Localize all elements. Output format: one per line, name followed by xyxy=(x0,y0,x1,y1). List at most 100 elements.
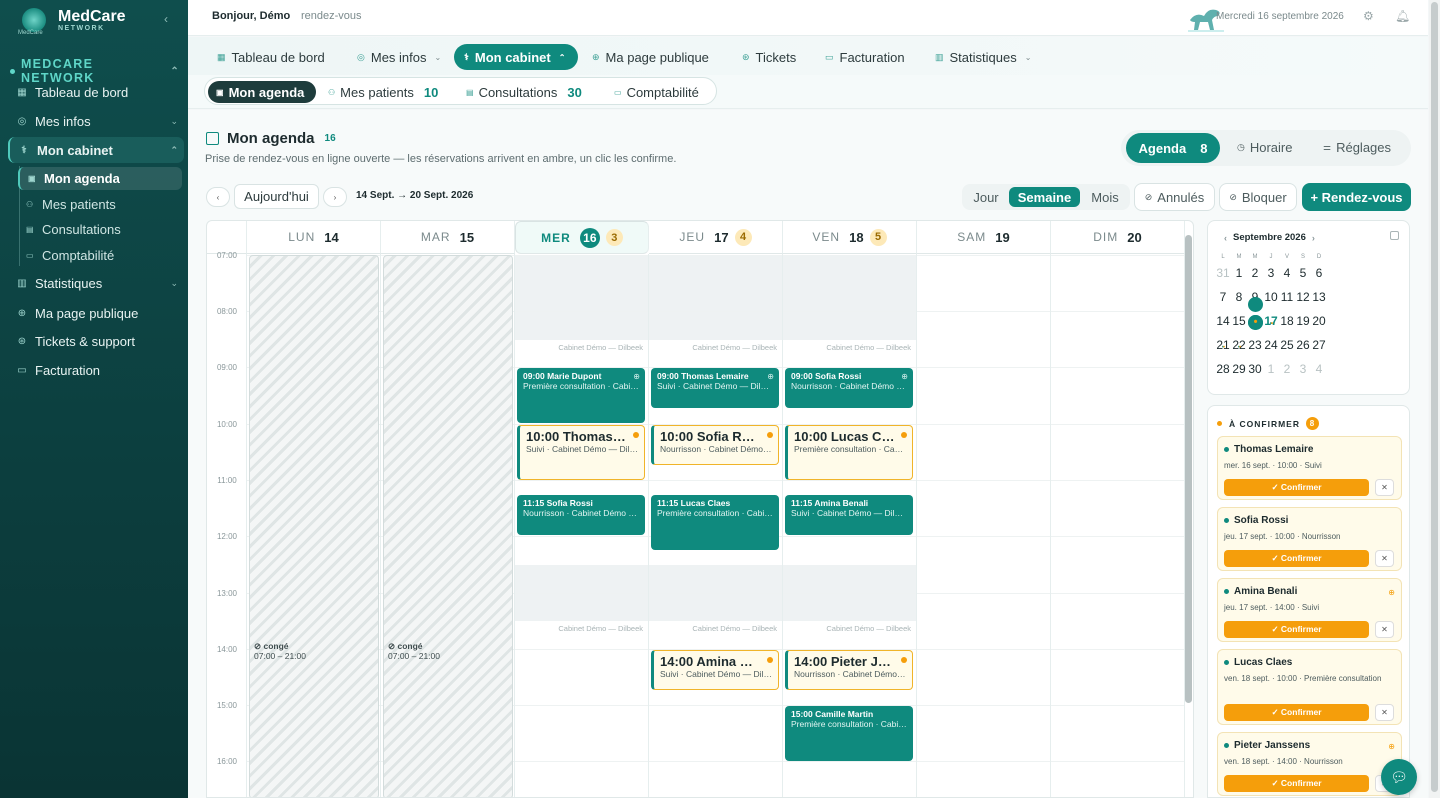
next-week-button[interactable]: › xyxy=(323,187,347,207)
calendar-scrollbar[interactable] xyxy=(1185,235,1192,703)
pending-card[interactable]: Thomas Lemaire mer. 16 sept. · 10:00 · Su… xyxy=(1217,436,1402,500)
tab-mon-agenda[interactable]: ▣ Mon agenda xyxy=(208,81,316,103)
mini-day[interactable]: 14 xyxy=(1215,312,1231,336)
chat-icon[interactable]: 💬︎ xyxy=(1381,759,1417,795)
mini-day[interactable]: 29 xyxy=(1231,360,1247,384)
confirm-button[interactable]: ✓ Confirmer xyxy=(1224,704,1369,721)
mini-day[interactable]: 3 xyxy=(1263,264,1279,288)
tab-statistiques[interactable]: ▥ Statistiques ⌄ xyxy=(925,44,1041,70)
appointment[interactable]: 15:00 Camille Martin Première consultatio… xyxy=(785,706,913,761)
mini-day[interactable]: 11 xyxy=(1279,288,1295,312)
sidebar-item-dashboard[interactable]: ▦ Tableau de bord xyxy=(8,79,184,105)
mini-day[interactable]: 16•• xyxy=(1247,297,1263,336)
mini-day[interactable]: 5 xyxy=(1295,264,1311,288)
mini-day[interactable]: 6 xyxy=(1311,264,1327,288)
sidebar-subitem-comptabilite[interactable]: ▭ Comptabilité xyxy=(18,244,182,267)
chevron-left-icon[interactable]: ‹ xyxy=(1224,233,1227,243)
mini-day[interactable]: 3 xyxy=(1295,360,1311,384)
collapse-sidebar-icon[interactable]: ‹ xyxy=(164,12,168,26)
mini-day[interactable]: 1 xyxy=(1231,264,1247,288)
page-scrollbar[interactable] xyxy=(1429,0,1440,798)
confirm-button[interactable]: ✓ Confirmer xyxy=(1224,775,1369,792)
sidebar-item-statistiques[interactable]: ▥ Statistiques ⌄ xyxy=(8,270,184,296)
day-column[interactable] xyxy=(1051,254,1185,797)
mini-day[interactable]: 10 xyxy=(1263,288,1279,312)
prev-week-button[interactable]: ‹ xyxy=(206,187,230,207)
view-week[interactable]: Semaine xyxy=(1009,187,1080,207)
tab-mes-patients[interactable]: ⚇ Mes patients 10 xyxy=(320,81,446,103)
mini-day[interactable]: 20 xyxy=(1311,312,1327,336)
sidebar-item-facturation[interactable]: ▭ Facturation xyxy=(8,357,184,383)
appointment[interactable]: 11:15 Sofia Rossi Nourrisson · Cabinet Dé… xyxy=(517,495,645,535)
day-header-sam[interactable]: SAM 19 xyxy=(917,221,1051,254)
pending-card[interactable]: Lucas Claes ven. 18 sept. · 10:00 · Premi… xyxy=(1217,649,1402,725)
tab-page-publique[interactable]: ⊕ Ma page publique xyxy=(582,44,719,70)
mini-day[interactable]: 18 xyxy=(1279,312,1295,336)
mini-day[interactable]: 8 xyxy=(1231,288,1247,312)
bloquer-button[interactable]: ⊘ Bloquer xyxy=(1219,183,1297,211)
pending-appointment[interactable]: 10:00 Lucas Claes Première consultation ·… xyxy=(785,425,913,480)
tab-tickets[interactable]: ⊛ Tickets xyxy=(732,44,806,70)
appointment[interactable]: 09:00 Sofia Rossi Nourrisson · Cabinet Dé… xyxy=(785,368,913,408)
mini-day[interactable]: 31 xyxy=(1215,264,1231,288)
chevron-right-icon[interactable]: › xyxy=(1312,233,1315,243)
tab-facturation[interactable]: ▭ Facturation xyxy=(815,44,915,70)
confirm-button[interactable]: ✓ Confirmer xyxy=(1224,550,1369,567)
bell-icon[interactable]: 🔔︎ xyxy=(1395,9,1410,23)
new-appointment-button[interactable]: + Rendez-vous xyxy=(1302,183,1411,211)
mini-day[interactable]: 17 •• xyxy=(1263,312,1279,336)
today-button[interactable]: Aujourd'hui xyxy=(234,184,319,209)
mini-day[interactable]: 15 xyxy=(1231,312,1247,336)
appointment[interactable]: 09:00 Thomas Lemaire Suivi · Cabinet Démo… xyxy=(651,368,779,408)
reglages-button[interactable]: ⚌ Réglages xyxy=(1323,140,1391,155)
mini-day[interactable]: 25 xyxy=(1279,336,1295,360)
sidebar-item-mes-infos[interactable]: ◎ Mes infos ⌄ xyxy=(8,108,184,134)
tab-consultations[interactable]: ▤ Consultations 30 xyxy=(458,81,590,103)
annules-button[interactable]: ⊘ Annulés xyxy=(1134,183,1215,211)
mini-day[interactable]: 28 xyxy=(1215,360,1231,384)
horaire-button[interactable]: ◷ Horaire xyxy=(1237,140,1292,155)
mini-day[interactable]: 26 xyxy=(1295,336,1311,360)
day-header-lun[interactable]: LUN 14 xyxy=(247,221,381,254)
day-header-mer[interactable]: MER 16 3 xyxy=(515,221,649,254)
mini-day[interactable]: 21 •• xyxy=(1215,336,1231,360)
sidebar-subitem-agenda[interactable]: ▣ Mon agenda xyxy=(18,167,182,190)
day-header-mar[interactable]: MAR 15 xyxy=(381,221,515,254)
confirm-button[interactable]: ✓ Confirmer xyxy=(1224,621,1369,638)
pending-card[interactable]: Pieter Janssens ⊕ ven. 18 sept. · 14:00 · … xyxy=(1217,732,1402,796)
pending-appointment[interactable]: 10:00 Sofia Rossi Nourrisson · Cabinet Dé… xyxy=(651,425,779,465)
confirm-button[interactable]: ✓ Confirmer xyxy=(1224,479,1369,496)
reject-button[interactable]: ✕ xyxy=(1375,704,1394,721)
reject-button[interactable]: ✕ xyxy=(1375,479,1394,496)
mini-day[interactable]: 30 xyxy=(1247,360,1263,384)
sidebar-subitem-consultations[interactable]: ▤ Consultations xyxy=(18,218,182,241)
settings-icon[interactable]: ⚙ xyxy=(1363,9,1374,23)
mini-day[interactable]: 1 xyxy=(1263,360,1279,384)
day-header-ven[interactable]: VEN 18 5 xyxy=(783,221,917,254)
mini-day[interactable]: 12 xyxy=(1295,288,1311,312)
mini-day[interactable]: 2 xyxy=(1279,360,1295,384)
sidebar-subitem-patients[interactable]: ⚇ Mes patients xyxy=(18,193,182,216)
mini-day[interactable]: 19 xyxy=(1295,312,1311,336)
tab-mes-infos[interactable]: ◎ Mes infos ⌄ xyxy=(347,44,451,70)
mini-day[interactable]: 27 xyxy=(1311,336,1327,360)
mini-day[interactable]: 13 xyxy=(1311,288,1327,312)
mini-day[interactable]: 24 xyxy=(1263,336,1279,360)
mini-day[interactable]: 22 •• xyxy=(1231,336,1247,360)
reject-button[interactable]: ✕ xyxy=(1375,550,1394,567)
view-day[interactable]: Jour xyxy=(966,187,1006,207)
agenda-button[interactable]: Agenda 8 xyxy=(1126,133,1220,163)
sidebar-item-tickets[interactable]: ⊛ Tickets & support xyxy=(8,328,184,354)
tab-comptabilite[interactable]: ▭ Comptabilité xyxy=(606,81,707,103)
day-header-dim[interactable]: DIM 20 xyxy=(1051,221,1185,254)
appointment[interactable]: 11:15 Amina Benali Suivi · Cabinet Démo —… xyxy=(785,495,913,535)
tab-mon-cabinet[interactable]: ⚕ Mon cabinet ⌃ xyxy=(454,44,578,70)
mini-day[interactable]: 2 xyxy=(1247,264,1263,288)
pending-card[interactable]: Sofia Rossi jeu. 17 sept. · 10:00 · Nourr… xyxy=(1217,507,1402,571)
sidebar-item-page-publique[interactable]: ⊕ Ma page publique xyxy=(8,300,184,326)
mini-day[interactable]: 4 xyxy=(1279,264,1295,288)
mini-day[interactable]: 4 xyxy=(1311,360,1327,384)
appointment[interactable]: 11:15 Lucas Claes Première consultation ·… xyxy=(651,495,779,550)
brand[interactable]: MedCare NETWORK xyxy=(18,8,126,36)
view-month[interactable]: Mois xyxy=(1083,187,1127,207)
